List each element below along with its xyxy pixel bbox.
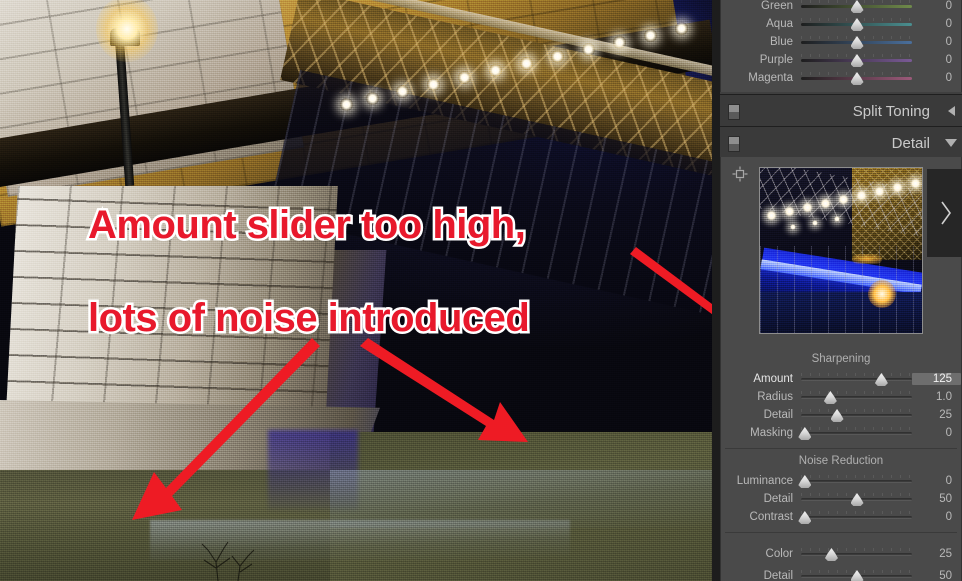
sharpening-section-title: Sharpening (811, 353, 871, 365)
panel-title: Detail (891, 134, 930, 152)
slider-row-blue[interactable]: Blue 0 (721, 33, 961, 51)
photo-preview[interactable] (0, 0, 712, 581)
slider-row-sharpening-masking[interactable]: Masking 0 (721, 424, 961, 442)
annotation-line-2: lots of noise introduced (85, 296, 532, 341)
slider-value[interactable]: 0 (912, 18, 961, 30)
slider-track[interactable] (798, 510, 912, 524)
hsl-sliders-group: Green 0 Aqua 0 Blue 0 Purple 0 Magenta 0 (720, 0, 962, 92)
slider-track[interactable] (798, 426, 912, 440)
slider-track[interactable] (801, 569, 912, 581)
slider-value[interactable]: 50 (912, 493, 961, 505)
slider-track[interactable] (798, 474, 912, 488)
slider-value[interactable]: 0 (912, 511, 961, 523)
detail-preview-area (721, 157, 962, 347)
slider-label: Luminance (736, 475, 793, 487)
slider-row-nr-contrast[interactable]: Contrast 0 (721, 508, 961, 526)
slider-label: Aqua (766, 18, 793, 30)
panel-switch-icon[interactable] (728, 104, 740, 120)
slider-value[interactable]: 0 (912, 54, 961, 66)
slider-track[interactable] (801, 53, 912, 67)
slider-value[interactable]: 1.0 (912, 391, 961, 403)
slider-track[interactable] (801, 0, 912, 13)
annotation-line-1: Amount slider too high, (85, 203, 528, 248)
section-divider-2 (725, 532, 957, 533)
slider-label: Blue (769, 36, 793, 48)
panel-switch-icon[interactable] (728, 136, 740, 152)
slider-row-sharpening-detail[interactable]: Detail 25 (721, 406, 961, 424)
detail-1-to-1-preview[interactable] (759, 167, 923, 334)
slider-value[interactable]: 0 (912, 427, 961, 439)
slider-label: Masking (750, 427, 793, 439)
slider-label: Radius (757, 391, 793, 403)
slider-label: Amount (753, 373, 793, 385)
slider-track[interactable] (801, 408, 912, 422)
panel-header-split-toning[interactable]: Split Toning (720, 94, 962, 128)
chevron-right-icon[interactable] (939, 199, 953, 227)
slider-value[interactable]: 25 (912, 409, 961, 421)
slider-value[interactable]: 50 (912, 570, 961, 581)
slider-track[interactable] (801, 390, 912, 404)
down-triangle-icon[interactable] (940, 139, 962, 147)
slider-label: Detail (763, 493, 793, 505)
detail-panel-body: Sharpening Amount 125 Radius 1.0 Detail (720, 157, 962, 581)
slider-row-nr-detail[interactable]: Detail 50 (721, 490, 961, 508)
right-develop-panel: Green 0 Aqua 0 Blue 0 Purple 0 Magenta 0… (720, 0, 962, 581)
slider-row-sharpening-radius[interactable]: Radius 1.0 (721, 388, 961, 406)
slider-label: Green (761, 0, 793, 12)
slider-value[interactable]: 0 (912, 475, 961, 487)
slider-value[interactable]: 25 (912, 548, 961, 560)
slider-row-sharpening-amount[interactable]: Amount 125 (721, 370, 961, 388)
slider-label: Purple (759, 54, 793, 66)
slider-row-nr-color[interactable]: Color 25 (721, 545, 961, 563)
slider-track[interactable] (801, 35, 912, 49)
panel-title: Split Toning (852, 102, 930, 120)
slider-track[interactable] (801, 492, 912, 506)
slider-value[interactable]: 0 (912, 0, 961, 12)
slider-row-nr-color-detail[interactable]: Detail 50 (721, 567, 961, 581)
slider-row-purple[interactable]: Purple 0 (721, 51, 961, 69)
slider-row-magenta[interactable]: Magenta 0 (721, 69, 961, 87)
target-loupe-icon[interactable] (732, 166, 748, 182)
slider-row-nr-luminance[interactable]: Luminance 0 (721, 472, 961, 490)
noise-reduction-section-title: Noise Reduction (798, 455, 884, 467)
slider-label: Detail (763, 409, 793, 421)
slider-label: Color (765, 548, 793, 560)
slider-value[interactable]: 125 (912, 373, 961, 385)
detail-preview-nav-tab[interactable] (927, 169, 962, 257)
slider-track[interactable] (801, 71, 912, 85)
slider-label: Magenta (748, 72, 793, 84)
slider-value[interactable]: 0 (912, 36, 961, 48)
image-noise-grain (0, 0, 712, 581)
slider-track[interactable] (801, 547, 912, 561)
panel-header-detail[interactable]: Detail (720, 126, 962, 160)
left-triangle-icon[interactable] (940, 106, 962, 116)
slider-row-aqua[interactable]: Aqua 0 (721, 15, 961, 33)
lightroom-develop-screenshot: Amount slider too high, lots of noise in… (0, 0, 962, 581)
slider-row-green[interactable]: Green 0 (721, 0, 961, 15)
slider-label: Contrast (749, 511, 793, 523)
slider-track[interactable] (801, 17, 912, 31)
slider-label: Detail (763, 570, 793, 581)
slider-value[interactable]: 0 (912, 72, 961, 84)
slider-track[interactable] (801, 372, 912, 386)
panel-gutter (712, 0, 720, 581)
